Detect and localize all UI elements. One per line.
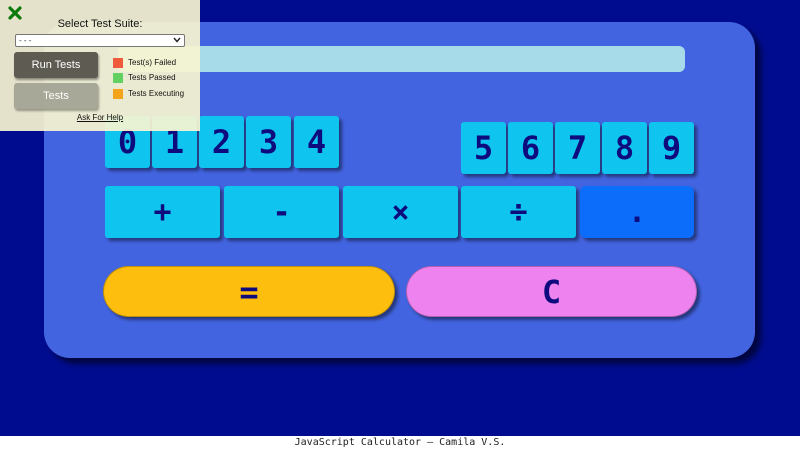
divide-key[interactable]: ÷	[461, 186, 576, 238]
chevron-down-icon	[173, 36, 181, 45]
legend-item-passed: Tests Passed	[113, 72, 176, 83]
subtract-key[interactable]: -	[224, 186, 339, 238]
test-suite-select[interactable]: - - -	[15, 34, 185, 47]
digit-4-key[interactable]: 4	[294, 116, 339, 168]
page-footer: JavaScript Calculator – Camila V.S.	[0, 436, 800, 450]
digit-5-key[interactable]: 5	[461, 122, 506, 174]
digit-7-key[interactable]: 7	[555, 122, 600, 174]
failed-swatch	[113, 57, 123, 68]
legend-item-executing: Tests Executing	[113, 88, 184, 99]
digit-3-key[interactable]: 3	[246, 116, 291, 168]
legend-label-passed: Tests Passed	[128, 73, 176, 82]
test-suite-selected-value: - - -	[19, 36, 32, 45]
multiply-key[interactable]: ×	[343, 186, 458, 238]
test-suite-panel: Select Test Suite: - - - Run Tests Tests…	[0, 0, 200, 131]
tests-button[interactable]: Tests	[14, 83, 98, 109]
equals-button[interactable]: =	[103, 266, 395, 317]
legend-item-failed: Test(s) Failed	[113, 57, 176, 68]
legend-label-executing: Tests Executing	[128, 89, 185, 98]
digit-6-key[interactable]: 6	[508, 122, 553, 174]
digit-9-key[interactable]: 9	[649, 122, 694, 174]
decimal-key[interactable]: .	[580, 186, 694, 238]
calculator-display	[118, 46, 685, 72]
ask-for-help-link[interactable]: Ask For Help	[0, 113, 200, 122]
run-tests-button[interactable]: Run Tests	[14, 52, 98, 78]
passed-swatch	[113, 72, 123, 83]
digit-8-key[interactable]: 8	[602, 122, 647, 174]
add-key[interactable]: +	[105, 186, 220, 238]
legend-label-failed: Test(s) Failed	[128, 58, 177, 67]
clear-button[interactable]: C	[406, 266, 697, 317]
test-suite-title: Select Test Suite:	[57, 18, 143, 30]
executing-swatch	[113, 88, 123, 99]
digit-2-key[interactable]: 2	[199, 116, 244, 168]
